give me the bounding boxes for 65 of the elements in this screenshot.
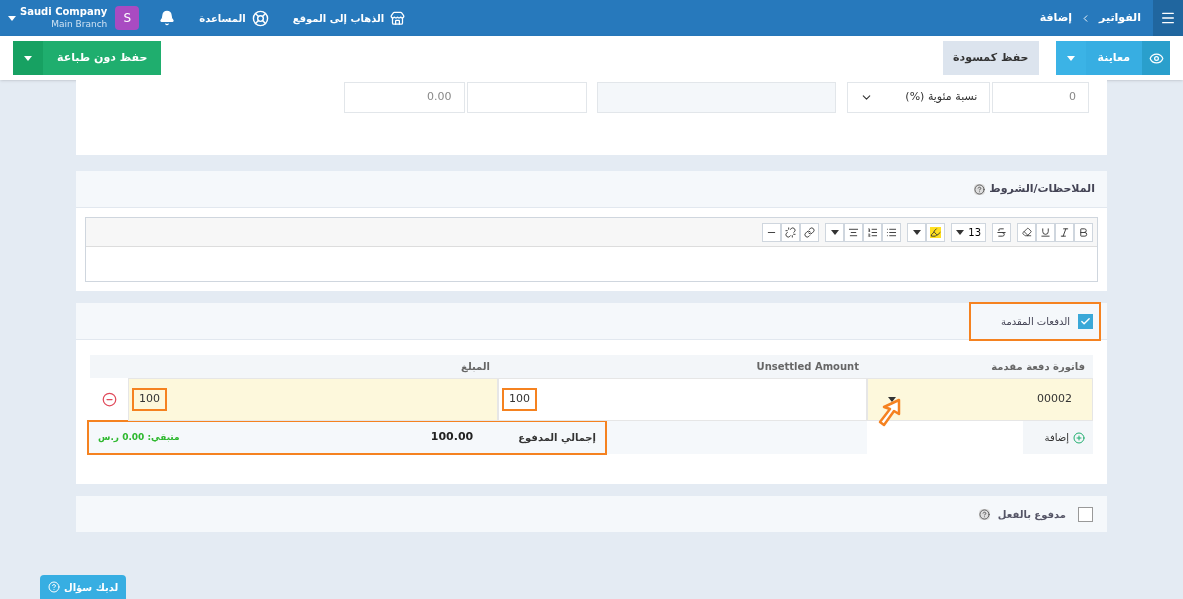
caret-icon xyxy=(956,229,965,235)
amount-field[interactable]: 0.00 xyxy=(344,82,465,113)
discount-value-field[interactable]: 0 xyxy=(992,82,1089,113)
unsettled-amount: 100 xyxy=(504,390,535,409)
column-header: فاتورة دفعة مقدمة xyxy=(990,360,1086,374)
discount-type-select[interactable]: نسبة مئوية (%) xyxy=(846,82,991,113)
advance-payments-checkbox-row[interactable]: الدفعات المقدمة xyxy=(969,301,1101,341)
amount-value: 100 xyxy=(134,390,165,409)
italic-icon[interactable] xyxy=(1055,222,1074,242)
preview-button[interactable]: معاينة xyxy=(1055,41,1170,75)
eraser-icon[interactable] xyxy=(1017,222,1036,242)
pointer-arrow-icon xyxy=(877,398,903,428)
avatar[interactable]: S xyxy=(115,6,140,30)
plus-icon xyxy=(1073,431,1085,444)
lifebuoy-icon xyxy=(251,9,269,27)
caret-icon[interactable] xyxy=(825,222,845,242)
help-link[interactable]: المساعدة xyxy=(199,9,269,27)
strikethrough-icon[interactable] xyxy=(992,222,1011,242)
store-icon xyxy=(390,10,406,26)
help-button[interactable]: لديك سؤال xyxy=(40,575,127,599)
numbered-list-icon[interactable] xyxy=(863,222,883,242)
checkbox[interactable] xyxy=(1078,313,1093,329)
company-name[interactable]: Saudi Company xyxy=(20,6,108,18)
help-icon[interactable] xyxy=(974,183,986,195)
breadcrumb-link[interactable]: الفواتير xyxy=(1099,9,1141,27)
caret-icon xyxy=(1066,55,1075,61)
add-row-button[interactable]: إضافة xyxy=(1023,421,1093,454)
notes-title: الملاحظات/الشروط xyxy=(989,180,1095,197)
menu-icon xyxy=(1160,10,1176,26)
check-icon xyxy=(1080,315,1091,327)
remaining-amount: متبقي: 0.00 ر.س xyxy=(98,430,180,445)
menu-toggle[interactable] xyxy=(1153,0,1183,36)
unlink-icon[interactable] xyxy=(781,222,801,242)
preview-menu-toggle[interactable] xyxy=(1055,41,1086,75)
total-paid-label: إجمالي المدفوع xyxy=(518,431,596,445)
remove-icon[interactable] xyxy=(102,392,117,407)
eye-icon xyxy=(1148,50,1164,66)
column-header: Unsettled Amount xyxy=(755,360,860,374)
branch-name: Main Branch xyxy=(51,18,108,30)
highlight-icon[interactable] xyxy=(926,222,946,242)
align-icon[interactable] xyxy=(844,222,864,242)
input-field[interactable] xyxy=(466,82,587,113)
breadcrumb-current: إضافة xyxy=(1039,9,1073,26)
column-header: المبلغ xyxy=(460,360,491,374)
caret-icon xyxy=(888,397,896,402)
caret-icon xyxy=(8,15,16,21)
caret-icon xyxy=(24,55,32,61)
site-link[interactable]: الذهاب إلى الموقع xyxy=(292,10,406,26)
help-icon[interactable] xyxy=(978,508,990,520)
paid-checkbox-row[interactable]: مدفوع بالفعل xyxy=(964,506,1107,522)
caret-icon[interactable] xyxy=(907,222,927,242)
save-menu-toggle[interactable] xyxy=(13,41,43,75)
link-icon[interactable] xyxy=(800,222,820,242)
bullet-list-icon[interactable] xyxy=(882,222,902,242)
underline-icon[interactable] xyxy=(1036,222,1055,242)
font-size-select[interactable]: 13 xyxy=(951,222,986,242)
total-paid-value: 100.00 xyxy=(430,429,474,446)
bell-icon[interactable] xyxy=(159,10,176,26)
checkbox[interactable] xyxy=(1078,506,1093,522)
save-button[interactable]: حفظ دون طباعة xyxy=(13,41,162,75)
bold-icon[interactable] xyxy=(1074,222,1093,242)
draft-button[interactable]: حفظ كمسودة xyxy=(943,41,1039,75)
invoice-select[interactable]: 00002 xyxy=(867,378,1093,421)
amount-field[interactable]: 100 xyxy=(128,378,498,421)
help-icon xyxy=(48,581,60,593)
